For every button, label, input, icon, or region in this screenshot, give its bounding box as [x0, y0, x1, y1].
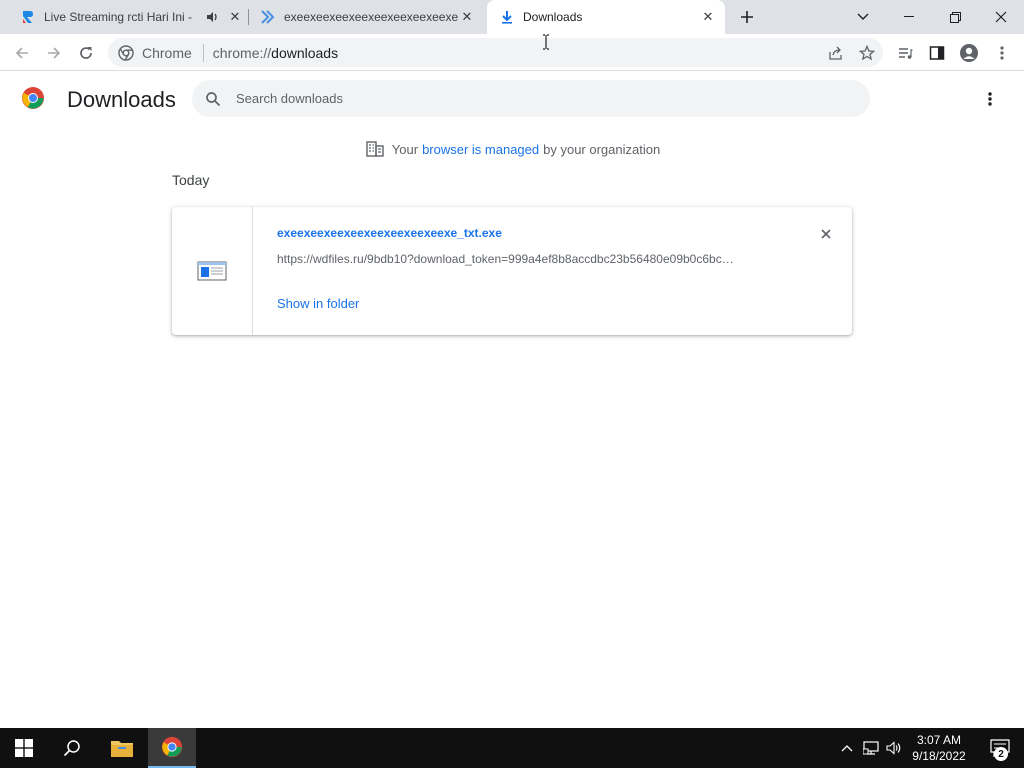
- share-button[interactable]: [827, 44, 845, 62]
- media-list-icon: [899, 48, 913, 59]
- tab-title: Live Streaming rcti Hari Ini -: [44, 10, 193, 24]
- chrome-taskbar-button[interactable]: [148, 728, 196, 768]
- minimize-icon: [904, 16, 914, 17]
- tab-strip: Live Streaming rcti Hari Ini - ✕ exeexee…: [0, 0, 1024, 34]
- reading-list-button[interactable]: [891, 39, 919, 67]
- tab-title: Downloads: [523, 10, 583, 24]
- folder-icon: [111, 741, 133, 757]
- tab-close-icon[interactable]: ✕: [699, 8, 717, 26]
- back-button[interactable]: [8, 39, 36, 67]
- network-button[interactable]: [860, 728, 882, 768]
- close-window-button[interactable]: [978, 0, 1024, 34]
- download-source-url[interactable]: https://wdfiles.ru/9bdb10?download_token…: [277, 252, 777, 266]
- side-panel-icon: [929, 46, 945, 60]
- file-icon-column: [172, 207, 253, 335]
- address-bar[interactable]: Chrome chrome://downloads: [108, 38, 883, 67]
- managed-notice: Your browser is managed by your organiza…: [0, 140, 1024, 158]
- page-title: Downloads: [67, 87, 176, 112]
- download-filename-link[interactable]: exeexeexeexeexeexeexeexeexe_txt.exe: [277, 226, 502, 240]
- close-icon: [995, 11, 1007, 23]
- start-button[interactable]: [0, 728, 48, 768]
- minimize-button[interactable]: [886, 0, 932, 34]
- speaker-icon[interactable]: [204, 9, 220, 25]
- kebab-menu-icon: [988, 92, 992, 106]
- chrome-icon: [118, 44, 134, 61]
- url-text[interactable]: chrome://downloads: [213, 45, 338, 61]
- restore-button[interactable]: [932, 0, 978, 34]
- tab-downloads[interactable]: Downloads ✕: [487, 0, 725, 34]
- chevron-down-icon: [857, 13, 869, 20]
- chrome-menu-button[interactable]: [988, 39, 1016, 67]
- double-chevron-favicon: [260, 9, 276, 25]
- url-scheme: chrome://: [212, 44, 272, 61]
- text-cursor-icon: [543, 34, 549, 50]
- downloads-menu-button[interactable]: [978, 87, 1002, 111]
- tab-close-icon[interactable]: ✕: [458, 8, 476, 26]
- managed-suffix: by your organization: [543, 141, 661, 157]
- bookmark-button[interactable]: [858, 44, 876, 62]
- building-icon: [366, 141, 384, 157]
- share-icon: [829, 46, 842, 60]
- download-item-card: exeexeexeexeexeexeexeexeexe_txt.exe http…: [172, 207, 852, 335]
- arrow-right-icon: [48, 47, 61, 59]
- site-info-chip[interactable]: Chrome: [108, 45, 192, 61]
- url-path: downloads: [271, 44, 339, 61]
- remove-download-button[interactable]: [816, 224, 836, 244]
- plus-icon: [741, 11, 753, 23]
- tab-exe[interactable]: exeexeexeexeexeexeexeexeexeexe_txt ✕: [252, 0, 484, 34]
- rcti-favicon: [20, 9, 36, 25]
- volume-button[interactable]: [883, 728, 905, 768]
- chip-label: Chrome: [142, 44, 192, 61]
- search-input[interactable]: [236, 91, 836, 106]
- star-icon: [859, 45, 875, 61]
- network-icon: [863, 741, 879, 755]
- managed-prefix: Your: [391, 141, 419, 157]
- managed-link[interactable]: browser is managed: [422, 142, 539, 157]
- side-panel-button[interactable]: [923, 39, 951, 67]
- chevron-up-icon: [841, 745, 853, 752]
- omnibox-divider: [202, 43, 204, 62]
- tray-chevron-button[interactable]: [836, 728, 858, 768]
- restore-icon: [949, 11, 961, 23]
- kebab-menu-icon: [1000, 46, 1004, 60]
- show-in-folder-link[interactable]: Show in folder: [277, 296, 359, 311]
- chrome-logo-icon: [161, 736, 183, 758]
- system-clock[interactable]: 3:07 AM 9/18/2022: [908, 732, 970, 764]
- tab-search-button[interactable]: [840, 0, 886, 34]
- forward-button[interactable]: [40, 39, 68, 67]
- download-icon: [499, 9, 515, 25]
- new-tab-button[interactable]: [726, 0, 768, 34]
- date-section-label: Today: [172, 172, 210, 188]
- chrome-logo-icon: [21, 86, 45, 110]
- downloads-header: Downloads: [0, 72, 1024, 127]
- avatar-icon: [960, 44, 978, 62]
- reload-icon: [80, 47, 92, 59]
- reload-button[interactable]: [72, 39, 100, 67]
- executable-file-icon: [197, 261, 227, 281]
- tab-title: exeexeexeexeexeexeexeexeexeexe_txt: [284, 10, 458, 24]
- windows-logo-icon: [15, 739, 33, 757]
- tab-rcti[interactable]: Live Streaming rcti Hari Ini - ✕: [14, 0, 250, 34]
- search-icon: [204, 90, 222, 108]
- clock-date: 9/18/2022: [912, 749, 966, 763]
- notification-count-badge: 2: [994, 747, 1008, 761]
- close-icon: [821, 229, 831, 239]
- arrow-left-icon: [15, 47, 28, 59]
- search-box[interactable]: [192, 80, 870, 117]
- tab-close-icon[interactable]: ✕: [226, 8, 244, 26]
- toolbar: Chrome chrome://downloads: [0, 34, 1024, 71]
- windows-taskbar: 3:07 AM 9/18/2022: [0, 728, 1024, 768]
- file-explorer-button[interactable]: [98, 728, 146, 768]
- clock-time: 3:07 AM: [916, 733, 962, 747]
- search-taskbar-button[interactable]: [48, 728, 96, 768]
- speaker-icon: [886, 741, 901, 755]
- search-icon: [63, 740, 80, 757]
- profile-button[interactable]: [955, 39, 983, 67]
- tab-separator: [248, 9, 249, 25]
